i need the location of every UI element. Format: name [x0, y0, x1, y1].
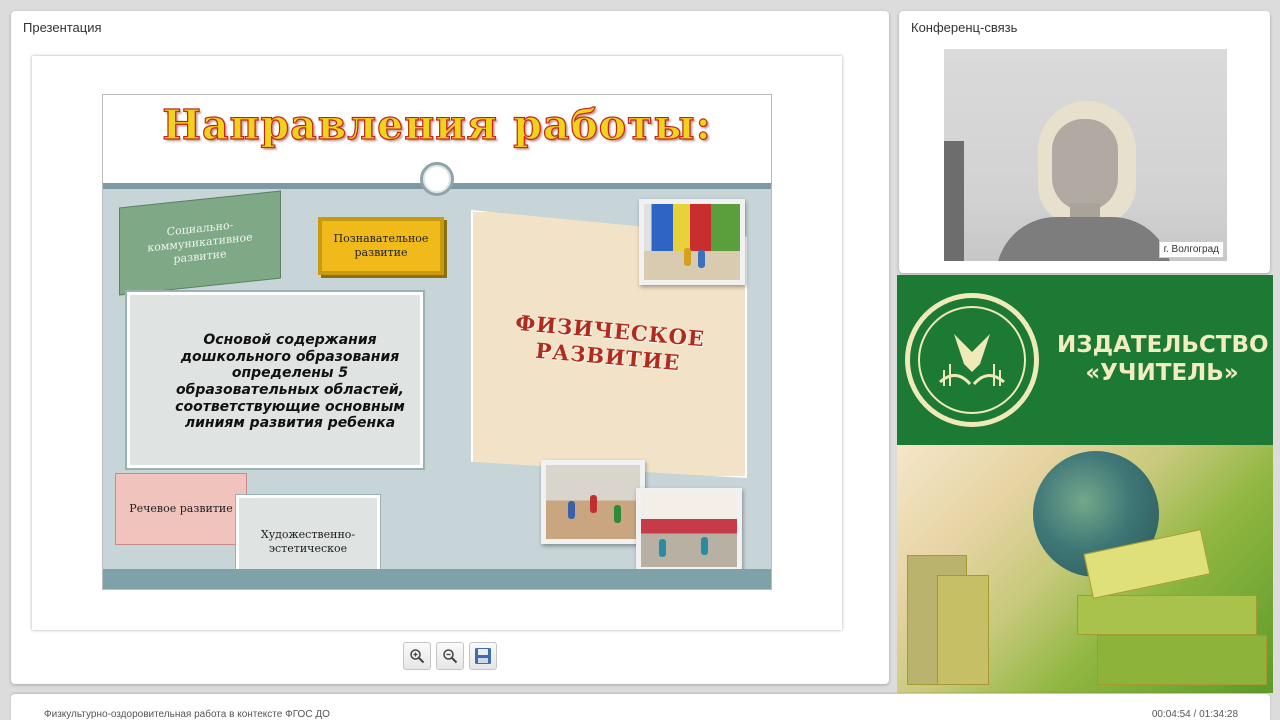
slide: Направления работы: Социально-коммуникат… — [102, 94, 772, 590]
publisher-logo-icon — [905, 293, 1039, 427]
publisher-ad-banner[interactable]: ИЗДАТЕЛЬСТВО «УЧИТЕЛЬ» — [897, 275, 1273, 693]
zoom-out-icon — [443, 649, 458, 664]
ad-top: ИЗДАТЕЛЬСТВО «УЧИТЕЛЬ» — [897, 275, 1273, 445]
slide-photo-exercise — [636, 488, 742, 572]
footer-bar: Физкультурно-оздоровительная работа в ко… — [11, 694, 1270, 720]
slide-footer-band — [103, 569, 771, 589]
slide-circle-ornament — [420, 162, 454, 196]
slide-photo-playroom — [639, 199, 745, 285]
zoom-out-button[interactable] — [436, 642, 464, 670]
presentation-panel-title: Презентация — [23, 20, 102, 35]
save-icon — [475, 648, 491, 664]
ad-image-books — [897, 445, 1273, 693]
zoom-in-icon — [410, 649, 425, 664]
slide-heading: Направления работы: — [162, 100, 712, 149]
presentation-toolbar — [403, 642, 497, 670]
save-button[interactable] — [469, 642, 497, 670]
webcam-video[interactable]: г. Волгоград — [944, 49, 1227, 261]
zoom-in-button[interactable] — [403, 642, 431, 670]
presentation-panel: Презентация Направления работы: Социальн… — [11, 11, 889, 684]
slide-photo-gym — [541, 460, 645, 544]
area-physical-label: ФИЗИЧЕСКОЕ РАЗВИТИЕ — [514, 309, 706, 376]
slide-main-text: Основой содержания дошкольного образован… — [127, 292, 423, 468]
area-social-communicative: Социально-коммуникативное развитие — [119, 190, 281, 296]
ad-publisher-name: ИЗДАТЕЛЬСТВО «УЧИТЕЛЬ» — [1057, 331, 1269, 387]
ad-line-1: ИЗДАТЕЛЬСТВО — [1057, 332, 1269, 358]
webinar-title: Физкультурно-оздоровительная работа в ко… — [44, 709, 330, 720]
slide-frame: Направления работы: Социально-коммуникат… — [32, 56, 842, 630]
conference-panel: Конференц-связь г. Волгоград — [899, 11, 1270, 273]
ad-line-2: «УЧИТЕЛЬ» — [1085, 360, 1239, 387]
video-location-label: г. Волгоград — [1158, 241, 1224, 258]
conference-panel-title: Конференц-связь — [911, 20, 1018, 35]
area-cognitive: Познавательное развитие — [318, 217, 444, 275]
area-speech: Речевое развитие — [115, 473, 247, 545]
playback-time: 00:04:54 / 01:34:28 — [1151, 709, 1238, 720]
